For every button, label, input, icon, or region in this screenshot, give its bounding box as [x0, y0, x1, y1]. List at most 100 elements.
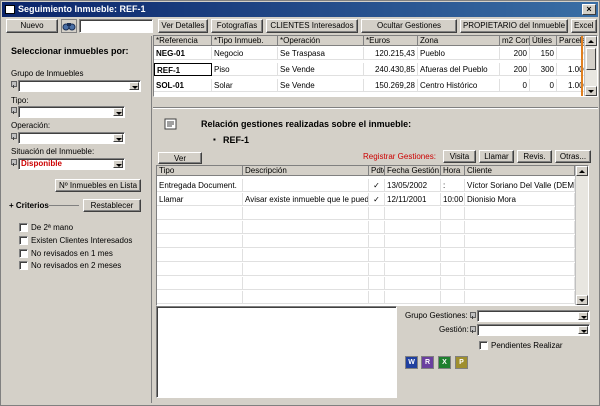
gestiones-cell[interactable]: 10:00: [441, 193, 465, 206]
inmuebles-cell[interactable]: Se Vende: [278, 63, 364, 76]
inmuebles-cell[interactable]: REF-1: [154, 63, 212, 76]
inmuebles-cell[interactable]: SOL-01: [154, 79, 212, 92]
gestiones-cell[interactable]: Entregada Document.: [157, 179, 243, 192]
search-input[interactable]: [79, 19, 153, 33]
inmuebles-cell[interactable]: Solar: [212, 79, 278, 92]
print-icon[interactable]: P: [455, 356, 468, 369]
tipo-select[interactable]: [18, 106, 125, 118]
inmuebles-cell[interactable]: 120.215,43: [364, 47, 418, 60]
criterios-toggle[interactable]: + Criterios: [9, 201, 49, 210]
gestiones-empty-cell: [243, 221, 369, 234]
window-title: Seguimiento Inmueble: REF-1: [18, 4, 146, 14]
inmuebles-cell[interactable]: Se Traspasa: [278, 47, 364, 60]
inmuebles-cell[interactable]: 240.430,85: [364, 63, 418, 76]
inmuebles-cell[interactable]: 200: [500, 63, 530, 76]
inmuebles-cell[interactable]: 150.269,28: [364, 79, 418, 92]
chk-no-revisados-1mes[interactable]: [19, 249, 28, 258]
restablecer-button[interactable]: Restablecer: [83, 199, 141, 212]
tab-propietario[interactable]: PROPIETARIO del Inmueble: [460, 19, 568, 33]
scroll-thumb[interactable]: [586, 48, 596, 70]
inmuebles-en-lista-button[interactable]: Nº Inmuebles en Lista: [55, 179, 141, 192]
chevron-down-icon[interactable]: [578, 326, 588, 334]
gestiones-header[interactable]: Pdte: [369, 166, 385, 176]
search-button[interactable]: [61, 19, 77, 33]
inmuebles-header[interactable]: Útiles: [530, 36, 557, 46]
close-button[interactable]: ×: [582, 4, 596, 15]
inmuebles-cell[interactable]: NEG-01: [154, 47, 212, 60]
tab-clientes-interesados[interactable]: CLIENTES Interesados: [266, 19, 358, 33]
report-export-icon[interactable]: R: [421, 356, 434, 369]
pendiente-checkbox[interactable]: ✓: [369, 179, 385, 192]
inmuebles-cell[interactable]: Negocio: [212, 47, 278, 60]
inmuebles-cell[interactable]: Se Vende: [278, 79, 364, 92]
chk-segunda-mano[interactable]: [19, 223, 28, 232]
inmuebles-cell[interactable]: Piso: [212, 63, 278, 76]
tab-ver-detalles[interactable]: Ver Detalles: [158, 19, 208, 33]
inmuebles-header[interactable]: m2 Cont: [500, 36, 530, 46]
inmuebles-scrollbar[interactable]: [584, 36, 597, 96]
visita-button[interactable]: Visita: [443, 150, 476, 163]
gestiones-header[interactable]: Tipo: [157, 166, 243, 176]
chevron-down-icon[interactable]: [113, 108, 123, 116]
inmuebles-cell[interactable]: 0: [530, 79, 557, 92]
gestiones-header[interactable]: Descripción: [243, 166, 369, 176]
gestiones-empty-cell: [369, 291, 385, 304]
scroll-down-icon[interactable]: [576, 295, 588, 305]
excel-icon[interactable]: X: [438, 356, 451, 369]
tab-ocultar-gestiones[interactable]: Ocultar Gestiones: [361, 19, 457, 33]
chevron-down-icon[interactable]: [129, 82, 139, 90]
inmuebles-header[interactable]: *Operación: [278, 36, 364, 46]
inmuebles-cell[interactable]: 0: [500, 79, 530, 92]
llamar-button[interactable]: Llamar: [479, 150, 514, 163]
inmuebles-cell[interactable]: Centro Histórico: [418, 79, 500, 92]
inmuebles-cell[interactable]: 300: [530, 63, 557, 76]
gestiones-cell[interactable]: Víctor Soriano Del Valle (DEMO): [465, 179, 575, 192]
chk-clientes-interesados-label: Existen Clientes Interesados: [31, 236, 133, 245]
inmuebles-header[interactable]: *Referencia: [154, 36, 212, 46]
inmuebles-cell[interactable]: 200: [500, 47, 530, 60]
scroll-up-icon[interactable]: [576, 166, 588, 176]
situacion-select[interactable]: Disponible: [18, 158, 125, 170]
revis-button[interactable]: Revis.: [517, 150, 552, 163]
chevron-down-icon[interactable]: [578, 312, 588, 320]
inmuebles-cell[interactable]: 150: [530, 47, 557, 60]
chevron-down-icon[interactable]: [113, 134, 123, 142]
gestiones-cell[interactable]: Avisar existe inmueble que le puede: [243, 193, 369, 206]
gestiones-cell[interactable]: [243, 179, 369, 192]
gestiones-scrollbar[interactable]: [575, 166, 588, 305]
inmuebles-cell[interactable]: Afueras del Pueblo: [418, 63, 500, 76]
scroll-down-icon[interactable]: [585, 86, 597, 96]
gestiones-cell[interactable]: 13/05/2002: [385, 179, 441, 192]
inmuebles-header[interactable]: *Tipo Inmueb.: [212, 36, 278, 46]
gestiones-header[interactable]: Hora: [441, 166, 465, 176]
gestiones-cell[interactable]: :: [441, 179, 465, 192]
chk-no-revisados-2meses[interactable]: [19, 261, 28, 270]
tab-fotografias[interactable]: Fotografías: [211, 19, 263, 33]
otras-button[interactable]: Otras...: [555, 150, 591, 163]
inmuebles-cell[interactable]: Pueblo: [418, 47, 500, 60]
gestiones-cell[interactable]: 12/11/2001: [385, 193, 441, 206]
gestiones-empty-cell: [385, 263, 441, 276]
ver-button[interactable]: Ver: [158, 152, 202, 164]
grupo-gestiones-select[interactable]: [477, 310, 590, 322]
scroll-up-icon[interactable]: [585, 36, 597, 46]
chevron-down-icon[interactable]: [113, 160, 123, 168]
pendiente-checkbox[interactable]: ✓: [369, 193, 385, 206]
gestiones-empty-cell: [465, 277, 575, 290]
gestiones-cell[interactable]: Dionisio Mora: [465, 193, 575, 206]
operacion-select[interactable]: [18, 132, 125, 144]
inmuebles-header[interactable]: Zona: [418, 36, 500, 46]
tab-excel[interactable]: Excel: [571, 19, 597, 33]
nuevo-button[interactable]: Nuevo: [6, 19, 58, 33]
gestiones-header[interactable]: Cliente: [465, 166, 575, 176]
gestion-select[interactable]: [477, 324, 590, 336]
pin-icon: [10, 107, 17, 114]
descripcion-textarea[interactable]: [156, 306, 397, 398]
inmuebles-header[interactable]: *Euros: [364, 36, 418, 46]
grupo-select[interactable]: [18, 80, 141, 92]
gestiones-header[interactable]: Fecha Gestión: [385, 166, 441, 176]
word-icon[interactable]: W: [405, 356, 418, 369]
pendientes-checkbox[interactable]: [479, 341, 488, 350]
chk-clientes-interesados[interactable]: [19, 236, 28, 245]
gestiones-cell[interactable]: Llamar: [157, 193, 243, 206]
